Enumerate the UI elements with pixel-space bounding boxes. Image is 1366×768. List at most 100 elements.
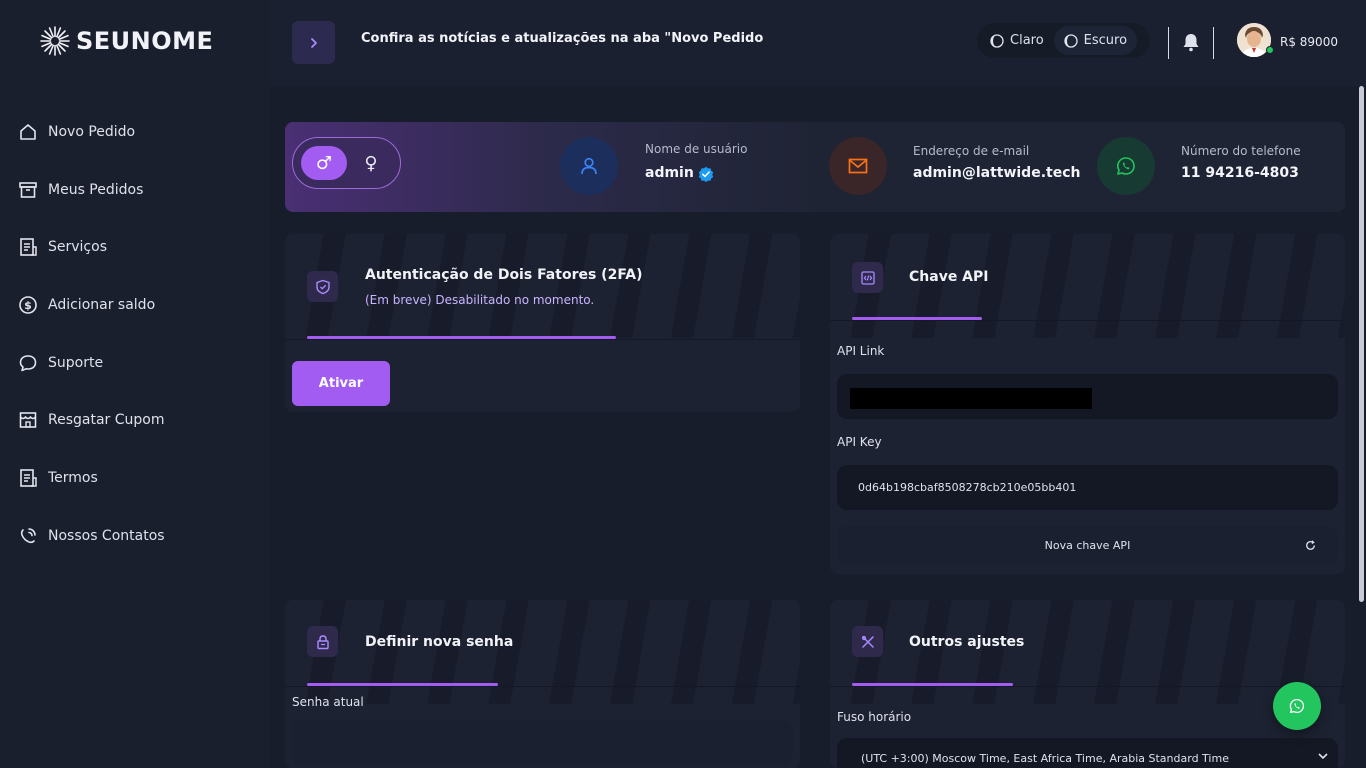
card-background-pattern — [285, 234, 800, 338]
user-avatar-circle — [560, 137, 618, 195]
theme-light-option[interactable]: Claro — [980, 26, 1054, 55]
email-value: admin@lattwide.tech — [913, 165, 1081, 181]
female-option[interactable]: ♀ — [348, 146, 394, 180]
current-password-input[interactable] — [292, 720, 793, 765]
sidebar-item-resgatar-cupom[interactable]: Resgatar Cupom — [0, 391, 270, 449]
sidebar-item-label: Suporte — [48, 354, 104, 371]
male-option[interactable]: ♂ — [301, 146, 347, 180]
sidebar-item-servicos[interactable]: Serviços — [0, 218, 270, 276]
topbar: Confira as notícias e atualizações na ab… — [270, 0, 1366, 86]
tools-icon — [861, 635, 874, 648]
sidebar-toggle-button[interactable] — [292, 21, 335, 64]
api-link-label: API Link — [837, 344, 885, 358]
sidebar-item-nossos-contatos[interactable]: Nossos Contatos — [0, 507, 270, 565]
username-value: admin — [645, 165, 694, 181]
profile-banner: ♂ ♀ Nome de usuário admin Endereço de e-… — [285, 122, 1345, 212]
theme-switch: Claro Escuro — [977, 23, 1150, 58]
twofa-subtitle: (Em breve) Desabilitado no momento. — [365, 293, 595, 307]
phone-avatar-circle — [1097, 137, 1155, 195]
mail-icon — [848, 158, 868, 174]
contacts-icon — [20, 527, 36, 543]
chat-bubble-icon — [19, 354, 37, 371]
sidebar-item-label: Novo Pedido — [48, 123, 136, 140]
document-list-icon — [20, 469, 37, 487]
scrollbar[interactable] — [1359, 86, 1364, 602]
timezone-value: (UTC +3:00) Moscow Time, East Africa Tim… — [861, 751, 1229, 765]
gender-toggle: ♂ ♀ — [292, 137, 401, 189]
brand-logo[interactable]: SEUNOME — [40, 24, 213, 58]
home-icon — [20, 124, 36, 140]
card-background-pattern — [830, 234, 1345, 338]
store-icon — [19, 412, 37, 429]
timezone-label: Fuso horário — [837, 710, 912, 724]
new-api-key-button[interactable]: Nova chave API — [837, 526, 1338, 564]
sidebar-item-label: Nossos Contatos — [48, 527, 165, 544]
code-file-icon — [860, 270, 875, 285]
sidebar-item-label: Adicionar saldo — [48, 296, 156, 313]
password-title: Definir nova senha — [365, 634, 514, 650]
sidebar-item-label: Meus Pedidos — [48, 181, 144, 198]
verified-badge-icon — [698, 166, 714, 182]
refresh-icon — [1306, 540, 1315, 550]
online-status-dot — [1266, 46, 1274, 54]
sidebar-item-termos[interactable]: Termos — [0, 449, 270, 507]
divider — [285, 686, 800, 687]
password-icon-box — [307, 626, 338, 657]
whatsapp-icon — [1289, 698, 1305, 714]
timezone-select[interactable]: (UTC +3:00) Moscow Time, East Africa Tim… — [837, 738, 1338, 768]
whatsapp-chat-button[interactable] — [1273, 682, 1321, 730]
dollar-circle-icon: $ — [19, 296, 37, 314]
other-title: Outros ajustes — [909, 634, 1025, 650]
phone-value: 11 94216-4803 — [1181, 165, 1299, 181]
whatsapp-icon — [1117, 157, 1135, 175]
sidebar-item-label: Termos — [48, 469, 98, 486]
password-card: Definir nova senha Senha atual — [285, 600, 800, 768]
svg-text:$: $ — [24, 299, 32, 312]
phone-label: Número do telefone — [1181, 144, 1301, 158]
half-moon-icon — [990, 33, 1004, 48]
archive-icon — [19, 181, 37, 198]
api-key-field[interactable]: 0d64b198cbaf8508278cb210e05bb401 — [837, 465, 1338, 510]
sidebar-item-suporte[interactable]: Suporte — [0, 334, 270, 392]
chevron-right-icon — [310, 37, 317, 48]
theme-light-label: Claro — [1010, 33, 1044, 48]
sidebar-item-label: Serviços — [48, 239, 107, 256]
sidebar: SEUNOME Novo Pedido Meus Pedidos Serviço… — [0, 0, 270, 768]
api-icon-box — [852, 262, 883, 293]
divider — [830, 320, 1345, 321]
theme-dark-label: Escuro — [1083, 33, 1128, 48]
api-title: Chave API — [909, 269, 989, 285]
sunburst-logo-icon — [40, 26, 70, 56]
sidebar-item-novo-pedido[interactable]: Novo Pedido — [0, 103, 270, 161]
sidebar-item-meus-pedidos[interactable]: Meus Pedidos — [0, 161, 270, 219]
sidebar-nav: Novo Pedido Meus Pedidos Serviços $ Adic… — [0, 103, 270, 565]
balance-text: R$ 89000 — [1280, 35, 1338, 49]
current-password-label: Senha atual — [292, 695, 364, 709]
email-avatar-circle — [829, 137, 887, 195]
document-list-icon — [20, 238, 37, 257]
bell-icon[interactable] — [1180, 31, 1202, 53]
card-background-pattern — [830, 600, 1345, 704]
lock-icon — [316, 634, 329, 649]
divider — [285, 339, 800, 340]
brand-name: SEUNOME — [76, 27, 214, 55]
api-key-label: API Key — [837, 435, 882, 449]
theme-dark-option[interactable]: Escuro — [1053, 26, 1138, 55]
divider — [830, 686, 1345, 687]
twofa-icon-box — [307, 271, 338, 302]
chevron-down-icon — [1318, 753, 1328, 760]
username-label: Nome de usuário — [645, 142, 748, 156]
card-background-pattern — [285, 600, 800, 704]
shield-check-icon — [315, 279, 330, 294]
activate-2fa-button[interactable]: Ativar — [292, 361, 390, 406]
email-label: Endereço de e-mail — [913, 144, 1030, 158]
sidebar-item-adicionar-saldo[interactable]: $ Adicionar saldo — [0, 276, 270, 334]
user-icon — [581, 157, 597, 175]
twofa-title: Autenticação de Dois Fatores (2FA) — [365, 267, 643, 283]
new-api-key-label: Nova chave API — [1044, 538, 1131, 552]
other-icon-box — [852, 626, 883, 657]
divider — [1213, 27, 1214, 59]
half-moon-icon — [1064, 33, 1078, 48]
redacted-api-link — [850, 388, 1092, 409]
announcement-text: Confira as notícias e atualizações na ab… — [361, 31, 764, 46]
